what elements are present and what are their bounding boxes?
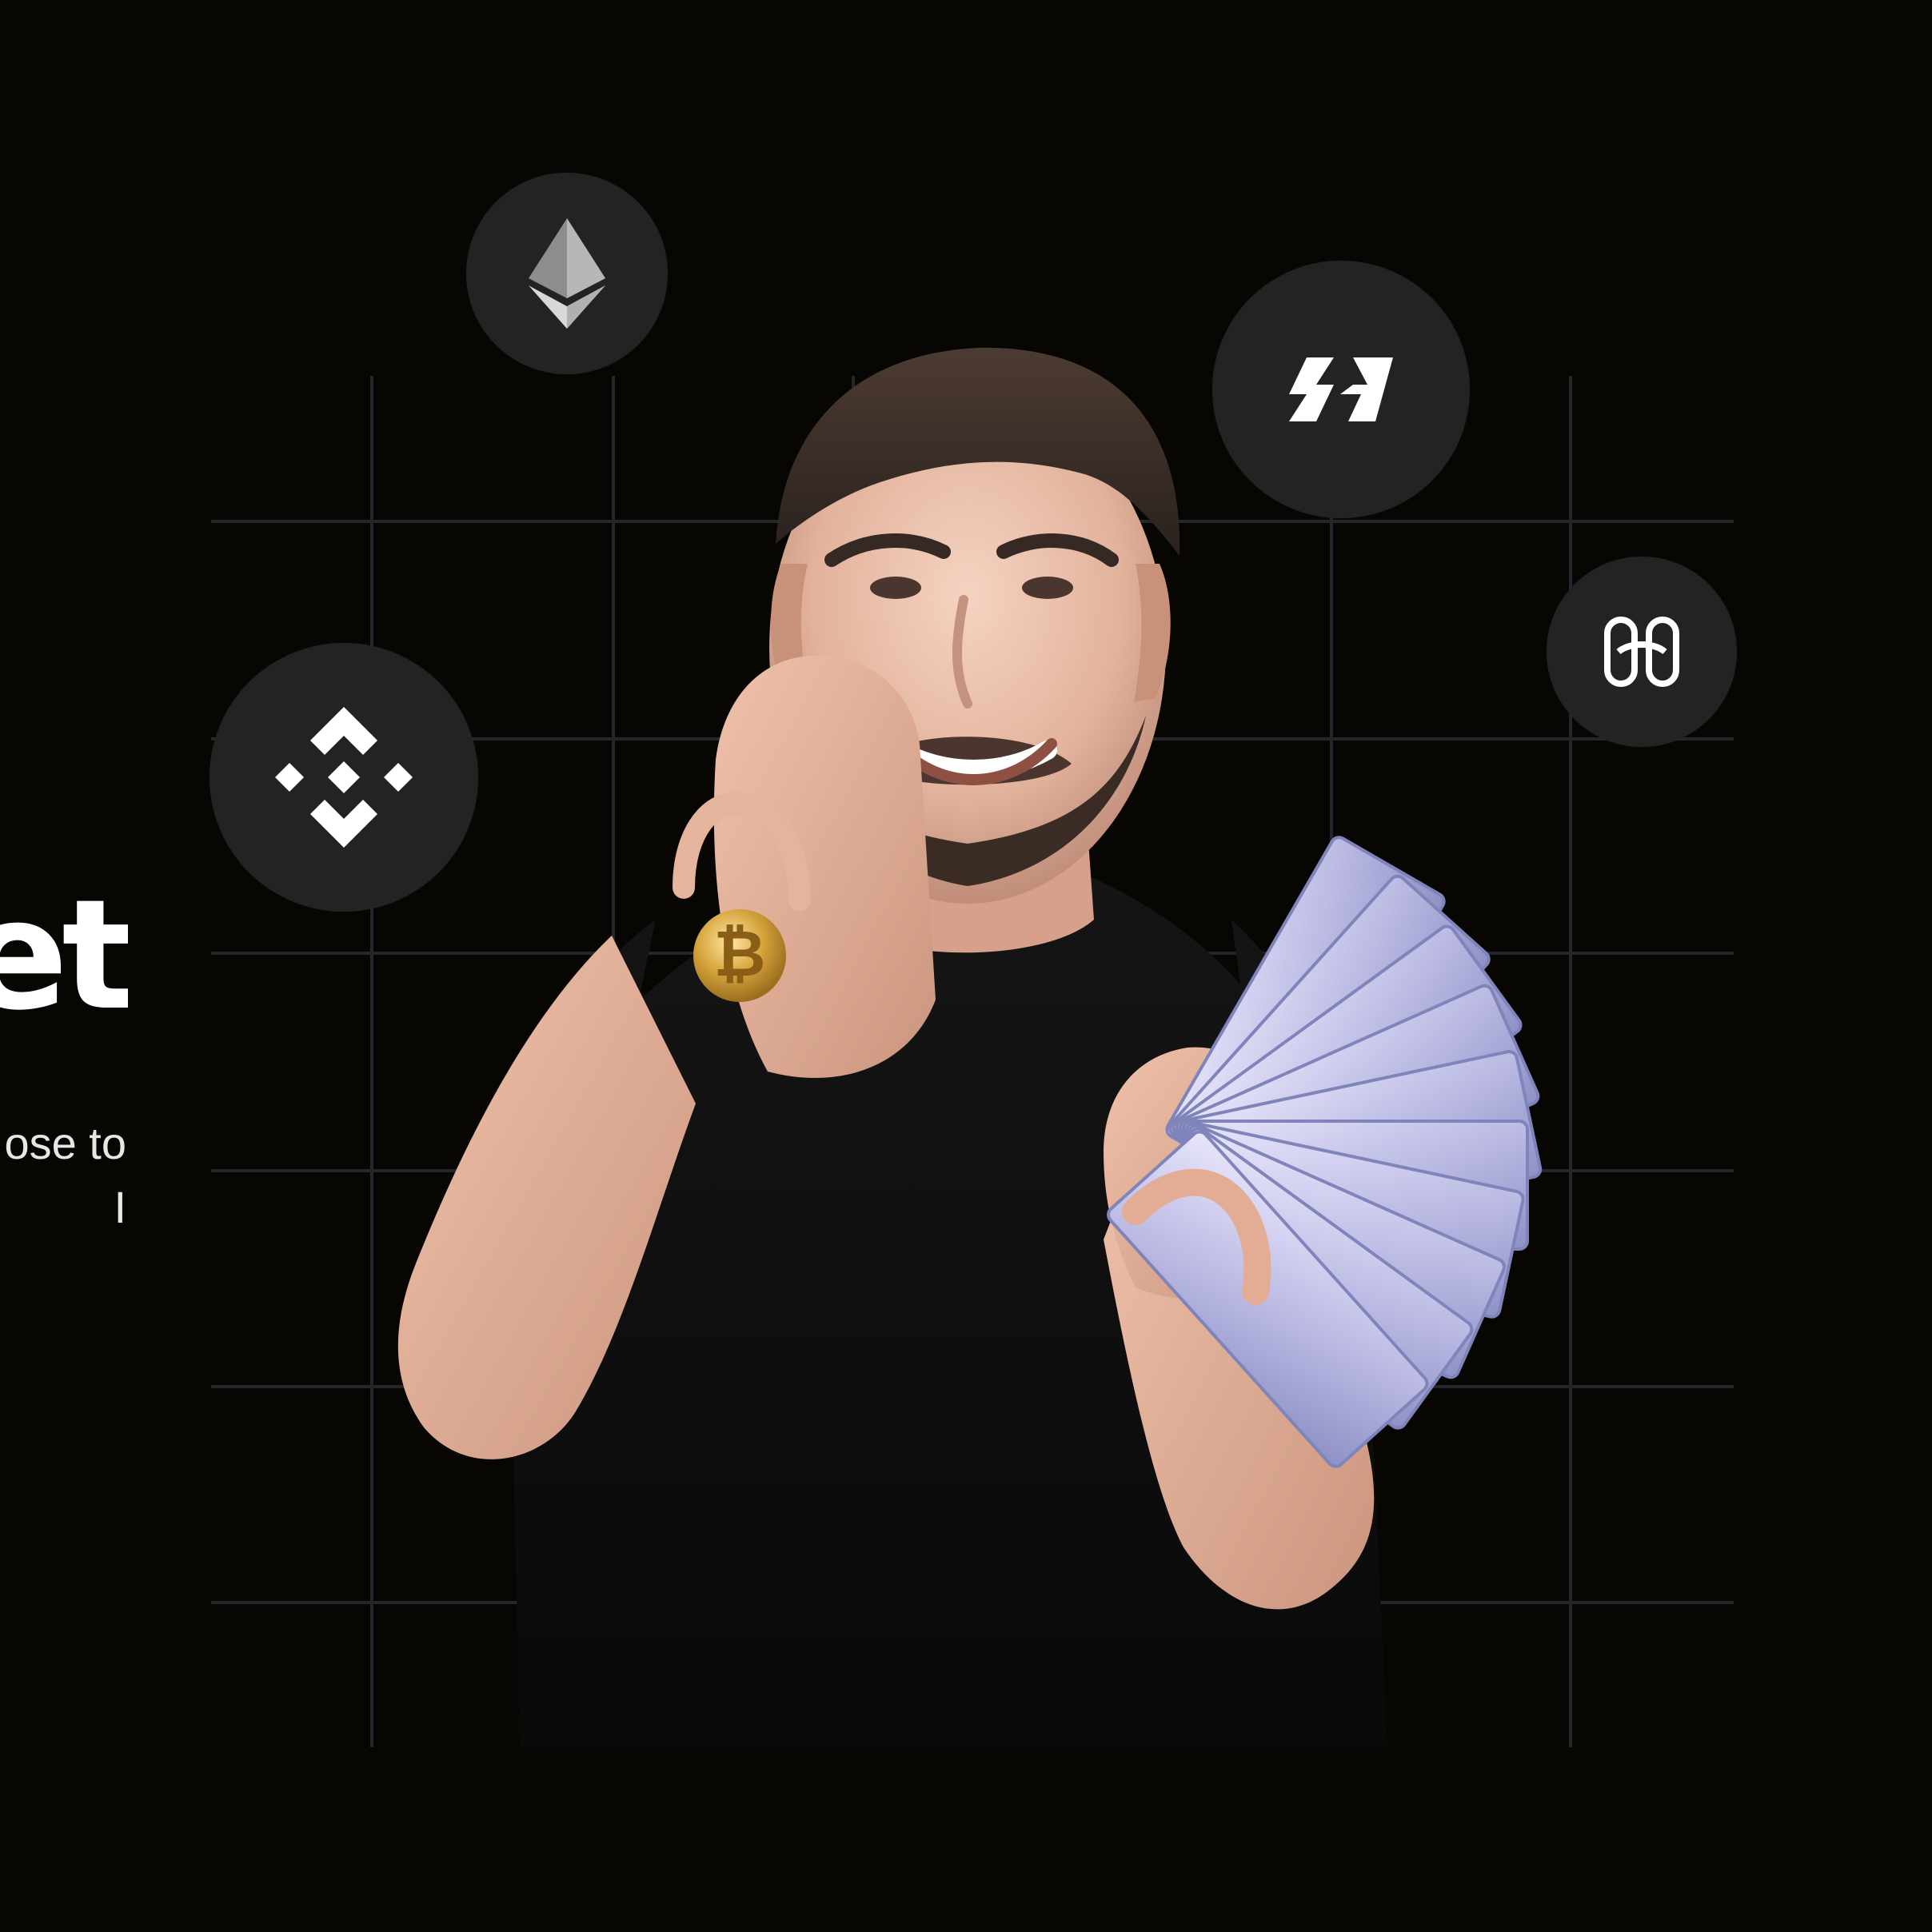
hero-subtext-line-text: I: [114, 1182, 126, 1232]
hero-headline-text: et: [0, 867, 128, 1044]
hero-subtext-line-text: ose to: [4, 1118, 126, 1168]
hero-subtext: ose to I: [0, 1112, 136, 1239]
hero-subtext-line: ose to: [0, 1112, 136, 1176]
hero-headline: et: [0, 864, 128, 1048]
person-photo: ₿: [280, 312, 1663, 1747]
svg-text:₿: ₿: [713, 916, 765, 991]
hero-subtext-line: I: [0, 1176, 136, 1239]
hero-section: et ose to I ₿: [0, 0, 1932, 1932]
person-illustration: ₿: [397, 347, 1543, 1747]
